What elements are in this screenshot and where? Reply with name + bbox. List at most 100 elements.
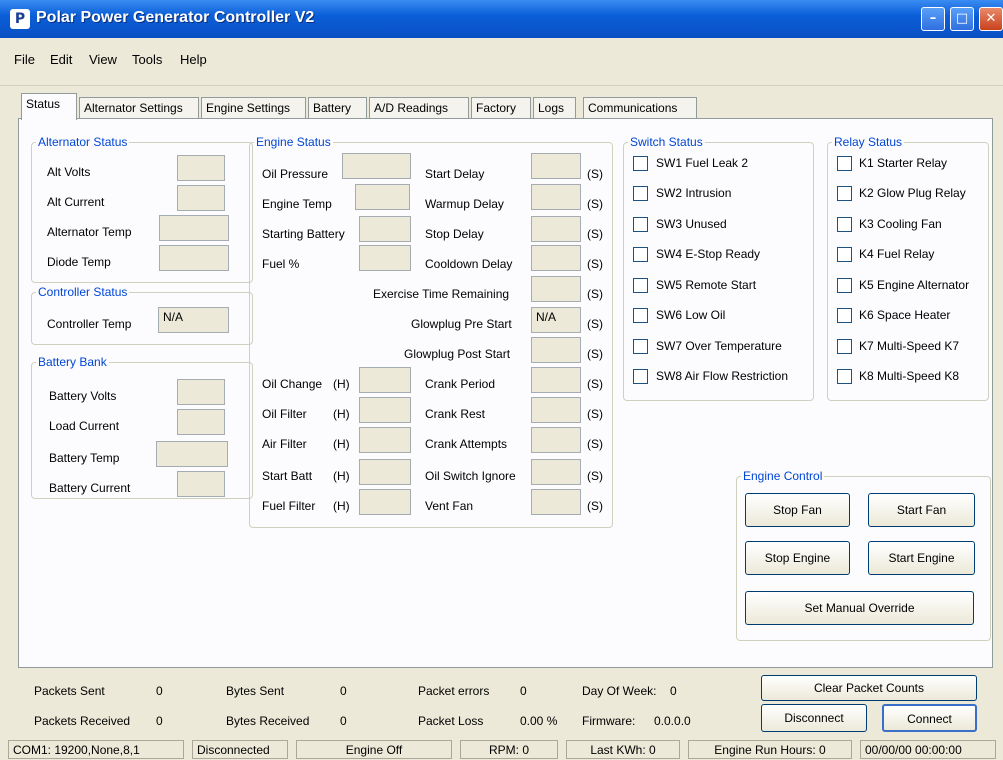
warmup-delay-field [531,184,581,210]
stop-delay-field [531,216,581,242]
switch-status-group: Switch Status [623,135,814,401]
glowplug-pre-field: N/A [531,307,581,333]
stop-engine-button[interactable]: Stop Engine [745,541,850,575]
air-filter-label: Air Filter [262,437,307,451]
oil-switch-ignore-unit: (S) [587,469,603,483]
sw6-checkbox[interactable] [633,308,648,323]
tab-status[interactable]: Status [21,93,77,120]
stop-delay-label: Stop Delay [425,227,484,241]
start-batt-label: Start Batt [262,469,313,483]
start-delay-field [531,153,581,179]
status-connection: Disconnected [192,740,288,759]
glowplug-pre-label: Glowplug Pre Start [411,317,512,331]
k3-checkbox[interactable] [837,217,852,232]
sw2-checkbox[interactable] [633,186,648,201]
engine-temp-label: Engine Temp [262,197,332,211]
k7-checkbox[interactable] [837,339,852,354]
k4-label: K4 Fuel Relay [859,247,935,261]
oil-pressure-field [342,153,411,179]
k2-checkbox[interactable] [837,186,852,201]
fuel-percent-label: Fuel % [262,257,300,271]
menu-view[interactable]: View [89,52,117,67]
packets-received-label: Packets Received [34,714,131,728]
k5-checkbox[interactable] [837,278,852,293]
sw7-checkbox[interactable] [633,339,648,354]
warmup-delay-label: Warmup Delay [425,197,504,211]
menu-help[interactable]: Help [180,52,207,67]
alt-volts-field [177,155,225,181]
oil-pressure-label: Oil Pressure [262,167,329,181]
set-manual-override-button[interactable]: Set Manual Override [745,591,974,625]
warmup-delay-unit: (S) [587,197,603,211]
menu-edit[interactable]: Edit [50,52,72,67]
disconnect-button[interactable]: Disconnect [761,704,867,732]
start-delay-label: Start Delay [425,167,485,181]
oil-switch-ignore-field [531,459,581,485]
k1-checkbox[interactable] [837,156,852,171]
k8-checkbox[interactable] [837,369,852,384]
status-com-port: COM1: 19200,None,8,1 [8,740,184,759]
tab-communications[interactable]: Communications [583,97,697,119]
tab-engine-settings[interactable]: Engine Settings [201,97,306,119]
bytes-sent-label: Bytes Sent [226,684,285,698]
start-engine-button[interactable]: Start Engine [868,541,975,575]
battery-temp-field [156,441,228,467]
day-of-week-value: 0 [670,684,677,698]
sw4-label: SW4 E-Stop Ready [656,247,761,261]
k5-label: K5 Engine Alternator [859,278,970,292]
status-datetime: 00/00/00 00:00:00 [860,740,996,759]
fuel-filter-field [359,489,411,515]
packet-loss-label: Packet Loss [418,714,484,728]
tab-battery[interactable]: Battery [308,97,367,119]
sw1-checkbox[interactable] [633,156,648,171]
packet-counters: Packets Sent 0 Packets Received 0 Bytes … [0,668,1003,738]
maximize-button[interactable]: □ [950,7,974,31]
fuel-filter-label: Fuel Filter [262,499,316,513]
sw3-checkbox[interactable] [633,217,648,232]
connect-button[interactable]: Connect [882,704,977,732]
crank-attempts-unit: (S) [587,437,603,451]
minimize-button[interactable]: – [921,7,945,31]
tab-ad-readings[interactable]: A/D Readings [369,97,469,119]
sw8-checkbox[interactable] [633,369,648,384]
menu-bar: File Edit View Tools Help [0,38,1003,86]
close-button[interactable]: ✕ [979,7,1003,31]
tab-factory[interactable]: Factory [471,97,531,119]
k4-checkbox[interactable] [837,247,852,262]
relay-status-group: Relay Status [827,135,989,401]
clear-packet-counts-button[interactable]: Clear Packet Counts [761,675,977,701]
status-last-kwh: Last KWh: 0 [566,740,680,759]
sw5-checkbox[interactable] [633,278,648,293]
switch-status-title: Switch Status [630,135,703,149]
engine-temp-field [355,184,410,210]
menu-tools[interactable]: Tools [132,52,162,67]
crank-period-unit: (S) [587,377,603,391]
packets-sent-label: Packets Sent [34,684,105,698]
sw4-checkbox[interactable] [633,247,648,262]
app-window: P Polar Power Generator Controller V2 – … [0,0,1003,760]
stop-fan-button[interactable]: Stop Fan [745,493,850,527]
menu-file[interactable]: File [14,52,35,67]
packet-errors-value: 0 [520,684,527,698]
k7-label: K7 Multi-Speed K7 [859,339,960,353]
cooldown-delay-unit: (S) [587,257,603,271]
k8-label: K8 Multi-Speed K8 [859,369,960,383]
title-bar: P Polar Power Generator Controller V2 – … [0,0,1003,38]
packets-received-value: 0 [156,714,163,728]
day-of-week-label: Day Of Week: [582,684,657,698]
alt-volts-label: Alt Volts [47,165,91,179]
status-tab-panel: Alternator Status Alt Volts Alt Current … [18,118,993,668]
crank-period-field [531,367,581,393]
bytes-sent-value: 0 [340,684,347,698]
start-fan-button[interactable]: Start Fan [868,493,975,527]
tab-logs[interactable]: Logs [533,97,576,119]
diode-temp-field [159,245,229,271]
crank-rest-label: Crank Rest [425,407,486,421]
k2-label: K2 Glow Plug Relay [859,186,966,200]
crank-attempts-label: Crank Attempts [425,437,508,451]
k6-checkbox[interactable] [837,308,852,323]
tab-alternator-settings[interactable]: Alternator Settings [79,97,199,119]
battery-current-field [177,471,225,497]
battery-volts-field [177,379,225,405]
glowplug-post-field [531,337,581,363]
